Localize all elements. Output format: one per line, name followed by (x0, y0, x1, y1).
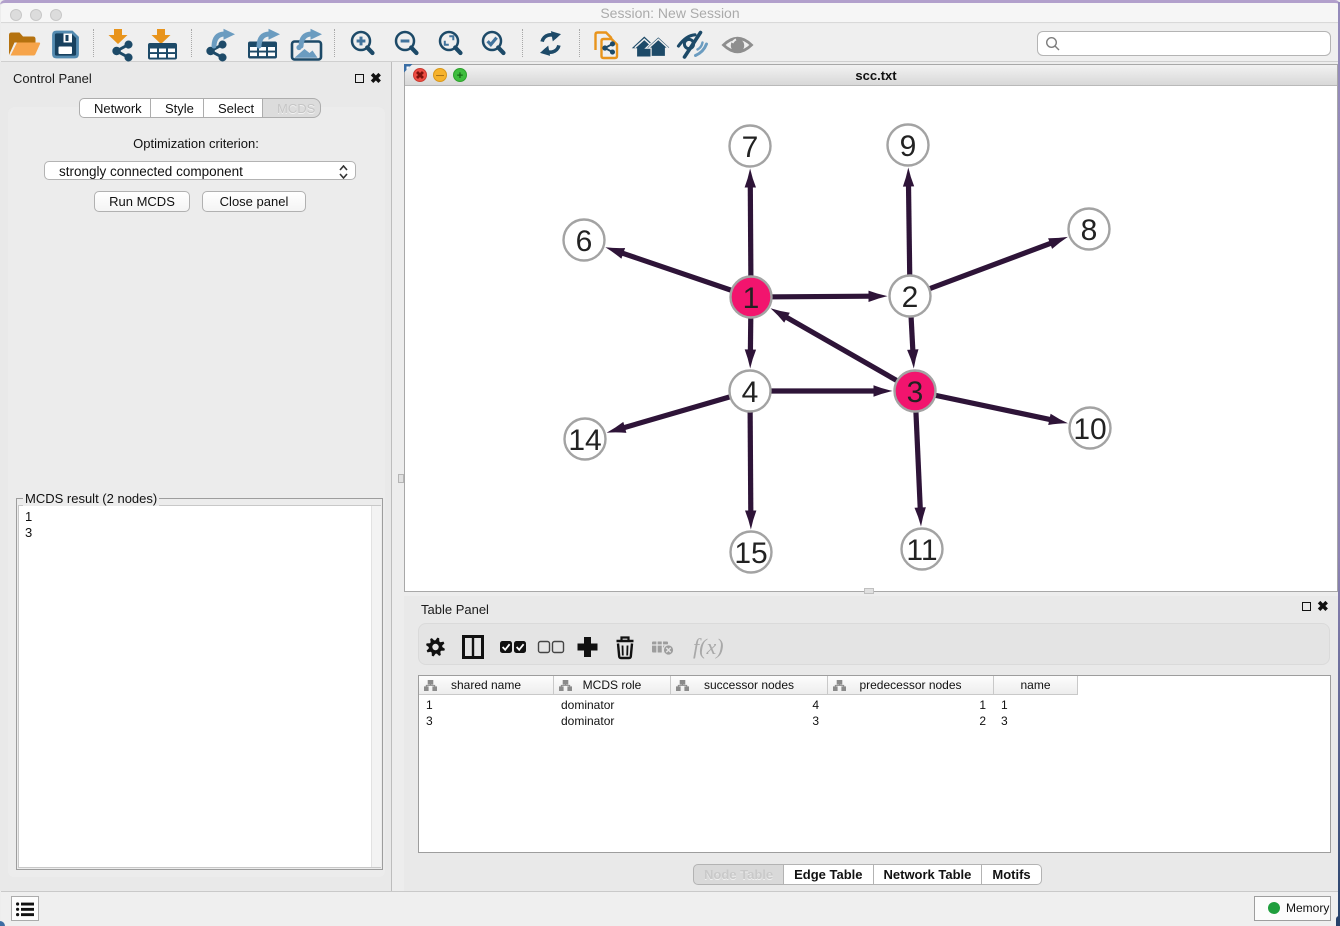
svg-text:11: 11 (906, 534, 937, 567)
svg-text:6: 6 (576, 225, 593, 258)
svg-text:3: 3 (907, 376, 924, 409)
svg-text:10: 10 (1073, 413, 1106, 446)
svg-text:1: 1 (743, 282, 760, 315)
svg-text:15: 15 (734, 537, 767, 570)
svg-text:2: 2 (902, 281, 919, 314)
svg-text:9: 9 (900, 130, 917, 163)
svg-text:8: 8 (1081, 214, 1098, 247)
svg-text:f(x): f(x) (693, 634, 724, 659)
svg-text:7: 7 (742, 131, 759, 164)
svg-text:4: 4 (742, 376, 759, 409)
svg-text:14: 14 (568, 424, 601, 457)
